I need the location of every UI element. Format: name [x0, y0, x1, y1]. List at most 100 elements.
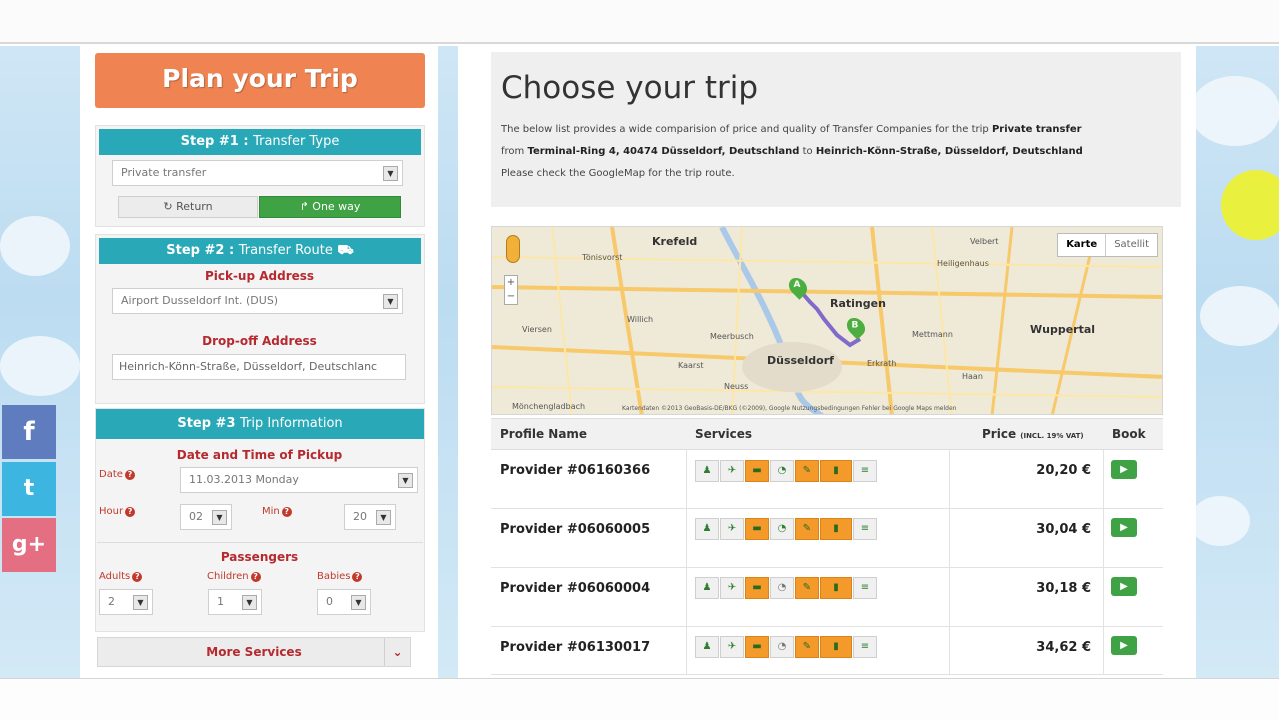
return-button[interactable]: ↻ Return: [118, 196, 258, 218]
car-icon: ▮: [820, 460, 852, 482]
babies-select[interactable]: 0 ▼: [317, 589, 371, 615]
date-value: 11.03.2013 Monday: [189, 473, 299, 486]
book-button[interactable]: ▶: [1111, 636, 1137, 655]
map-label-kaarst: Kaarst: [678, 361, 704, 370]
map-report-link[interactable]: Fehler bei Google Maps melden: [862, 405, 957, 412]
map-label-monchengladbach: Mönchengladbach: [512, 402, 586, 411]
provider-price: 30,04 €: [1036, 522, 1091, 537]
plane-icon: ✈: [720, 577, 744, 599]
one-way-button[interactable]: ↱ One way: [259, 196, 401, 218]
provider-name[interactable]: Provider #06130017: [500, 640, 650, 655]
cloud-decoration: [0, 336, 80, 396]
hour-value: 02: [189, 510, 203, 523]
adults-label-text: Adults: [99, 571, 131, 582]
map-type-karte[interactable]: Karte: [1058, 234, 1105, 256]
map-label-krefeld: Krefeld: [652, 235, 698, 248]
adults-label: Adults?: [99, 571, 143, 582]
date-label: Date?: [99, 469, 135, 480]
map-label-meerbusch: Meerbusch: [710, 332, 754, 341]
hour-label-text: Hour: [99, 506, 124, 517]
pickup-address-select[interactable]: Airport Dusseldorf Int. (DUS) ▼: [112, 288, 403, 314]
car-icon: ▮: [820, 577, 852, 599]
provider-name[interactable]: Provider #06060005: [500, 522, 650, 537]
help-icon[interactable]: ?: [124, 470, 135, 480]
provider-price: 30,18 €: [1036, 581, 1091, 596]
divider: [686, 627, 687, 674]
desc-intro: The below list provides a wide comparisi…: [501, 124, 989, 135]
divider: [949, 568, 950, 626]
minute-select[interactable]: 20 ▼: [344, 504, 396, 530]
clock-icon: ◔: [770, 460, 794, 482]
page-title: Choose your trip: [501, 70, 759, 106]
book-button[interactable]: ▶: [1111, 577, 1137, 596]
divider: [949, 627, 950, 674]
col-price-label: Price: [982, 427, 1017, 441]
table-header: Profile Name Services Price (INCL. 19% V…: [491, 418, 1163, 450]
play-arrow-icon: ▶: [1120, 464, 1128, 475]
twitter-share-button[interactable]: t: [2, 462, 56, 516]
pen-icon: ✎: [795, 636, 819, 658]
step3-header: Step #3 Trip Information: [96, 409, 424, 439]
babies-value: 0: [326, 595, 333, 608]
map-label-velbert: Velbert: [970, 237, 999, 246]
map-type-control: Karte Satellit: [1057, 233, 1158, 257]
zoom-control[interactable]: + −: [504, 275, 518, 305]
provider-name[interactable]: Provider #06160366: [500, 463, 650, 478]
cloud-decoration: [1200, 286, 1279, 346]
help-icon[interactable]: ?: [250, 572, 261, 582]
refresh-icon: ↻: [163, 200, 173, 213]
choose-trip-box: Choose your trip The below list provides…: [491, 52, 1181, 207]
divider: [686, 450, 687, 508]
pickup-address-value: Airport Dusseldorf Int. (DUS): [121, 294, 279, 307]
browser-top-area: [0, 0, 1279, 44]
provider-price: 20,20 €: [1036, 463, 1091, 478]
chat-icon: ▬: [745, 460, 769, 482]
menu-icon: ≡: [853, 636, 877, 658]
chat-icon: ▬: [745, 636, 769, 658]
cloud-decoration: [0, 216, 70, 276]
more-services-label: More Services: [206, 645, 302, 659]
book-button[interactable]: ▶: [1111, 518, 1137, 537]
street-view-pegman-icon[interactable]: [506, 235, 520, 263]
desc-from-address: Terminal-Ring 4, 40474 Düsseldorf, Deuts…: [527, 146, 800, 157]
book-button[interactable]: ▶: [1111, 460, 1137, 479]
map-terms-link[interactable]: Nutzungsbedingungen: [792, 405, 860, 412]
one-way-label: One way: [312, 200, 361, 213]
dropdown-arrow-icon: ▼: [383, 166, 398, 181]
facebook-share-button[interactable]: f: [2, 405, 56, 459]
share-arrow-icon: ↱: [299, 200, 309, 213]
facebook-icon: f: [23, 417, 35, 447]
map-type-satellit[interactable]: Satellit: [1105, 234, 1157, 256]
divider: [1103, 450, 1104, 508]
adults-select[interactable]: 2 ▼: [99, 589, 153, 615]
provider-name[interactable]: Provider #06060004: [500, 581, 650, 596]
browser-bottom-area: [0, 678, 1279, 720]
more-services-button[interactable]: More Services ⌄: [97, 637, 411, 667]
help-icon[interactable]: ?: [281, 507, 292, 517]
transfer-type-value: Private transfer: [121, 166, 207, 179]
children-select[interactable]: 1 ▼: [208, 589, 262, 615]
dropoff-address-input[interactable]: Heinrich-Könn-Straße, Düsseldorf, Deutsc…: [112, 354, 406, 380]
step2-title: Transfer Route: [238, 243, 333, 258]
date-select[interactable]: 11.03.2013 Monday ▼: [180, 467, 418, 493]
transfer-type-select[interactable]: Private transfer ▼: [112, 160, 403, 186]
chat-icon: ▬: [745, 518, 769, 540]
help-icon[interactable]: ?: [352, 572, 363, 582]
divider: [97, 542, 423, 543]
dropdown-arrow-icon: ▼: [376, 510, 391, 525]
help-icon[interactable]: ?: [132, 572, 143, 582]
hour-select[interactable]: 02 ▼: [180, 504, 232, 530]
help-icon[interactable]: ?: [125, 507, 136, 517]
desc-from: from: [501, 146, 525, 157]
desc-map-note: Please check the GoogleMap for the trip …: [501, 168, 735, 179]
car-icon: ▮: [820, 518, 852, 540]
dropdown-arrow-icon: ▼: [133, 595, 148, 610]
col-price: Price (INCL. 19% VAT): [982, 427, 1084, 441]
map-label-erkrath: Erkrath: [867, 359, 897, 368]
pen-icon: ✎: [795, 518, 819, 540]
desc-trip-type: Private transfer: [991, 124, 1082, 135]
step1-title: Transfer Type: [253, 134, 340, 149]
route-map[interactable]: + − Karte Satellit Krefeld Tönisvorst Wil…: [491, 226, 1163, 415]
step1-number: Step #1 :: [180, 134, 249, 149]
googleplus-share-button[interactable]: g+: [2, 518, 56, 572]
